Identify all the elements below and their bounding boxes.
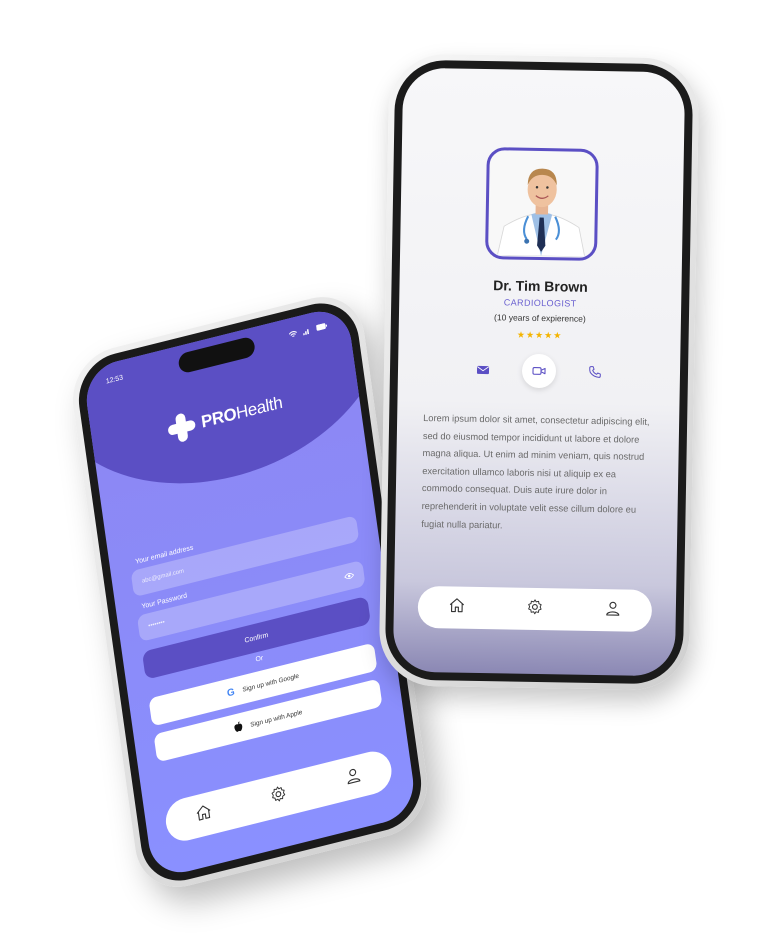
doctor-experience: (10 years of expierence) bbox=[494, 312, 586, 324]
mail-icon[interactable] bbox=[466, 353, 501, 388]
gear-icon[interactable] bbox=[526, 597, 544, 620]
brand-light: Health bbox=[234, 392, 284, 423]
doctor-profile-screen: Dr. Tim Brown CARDIOLOGIST (10 years of … bbox=[392, 67, 686, 677]
phone-icon[interactable] bbox=[578, 355, 613, 390]
login-form: Your email address abc@gmail.com Your Pa… bbox=[129, 504, 383, 763]
home-icon[interactable] bbox=[193, 801, 214, 828]
video-icon[interactable] bbox=[521, 353, 557, 389]
home-icon[interactable] bbox=[448, 596, 466, 619]
rating-stars: ★★★★★ bbox=[516, 329, 563, 341]
doctor-name: Dr. Tim Brown bbox=[493, 277, 588, 295]
apple-signup-label: Sign up with Apple bbox=[249, 708, 303, 729]
login-phone-mockup: 12:53 PROHealth Your email address abc@g… bbox=[66, 286, 434, 898]
status-time: 12:53 bbox=[105, 373, 124, 386]
bottom-nav bbox=[417, 585, 653, 633]
doctor-portrait bbox=[489, 151, 595, 257]
profile-phone-mockup: Dr. Tim Brown CARDIOLOGIST (10 years of … bbox=[378, 53, 700, 691]
contact-actions bbox=[398, 352, 681, 391]
apple-icon bbox=[233, 720, 244, 735]
doctor-specialty: CARDIOLOGIST bbox=[503, 297, 577, 309]
eye-icon[interactable] bbox=[344, 570, 355, 582]
gear-icon[interactable] bbox=[268, 782, 289, 809]
wifi-icon bbox=[288, 329, 298, 340]
email-placeholder: abc@gmail.com bbox=[141, 568, 185, 585]
password-value: •••••••• bbox=[147, 619, 166, 630]
user-icon[interactable] bbox=[343, 764, 364, 791]
google-icon: G bbox=[226, 686, 236, 700]
signal-icon bbox=[302, 326, 311, 337]
battery-icon bbox=[316, 322, 328, 333]
brand-bold: PRO bbox=[200, 404, 238, 432]
doctor-photo bbox=[484, 147, 599, 261]
google-signup-label: Sign up with Google bbox=[241, 672, 300, 694]
doctor-description: Lorem ipsum dolor sit amet, consectetur … bbox=[421, 412, 650, 530]
user-icon[interactable] bbox=[604, 599, 622, 622]
